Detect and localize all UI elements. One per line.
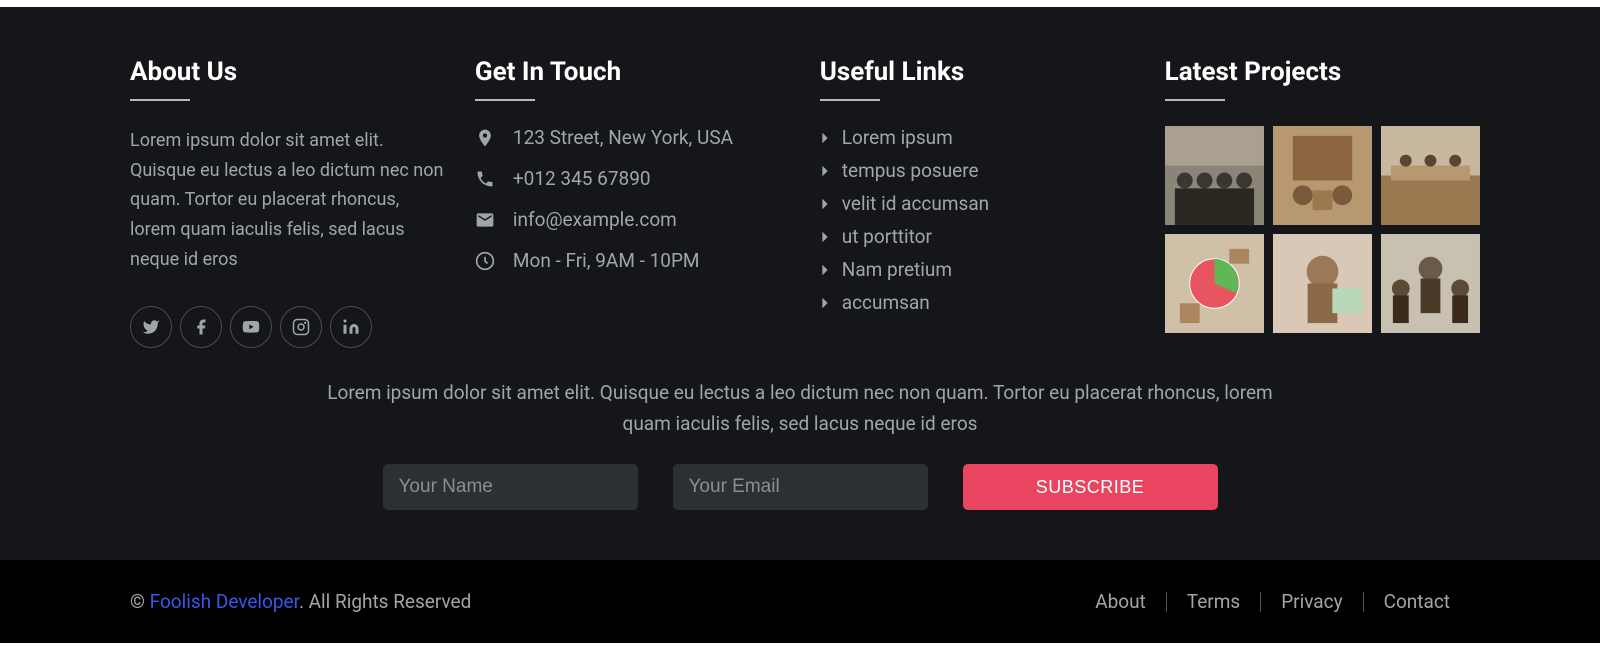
newsletter-section: Lorem ipsum dolor sit amet elit. Quisque…: [130, 378, 1470, 510]
footer-bottom: © Foolish Developer. All Rights Reserved…: [0, 560, 1600, 643]
link-item[interactable]: tempus posuere: [820, 159, 1135, 182]
link-label: ut porttitor: [842, 225, 932, 248]
about-text: Lorem ipsum dolor sit amet elit. Quisque…: [130, 126, 445, 274]
project-thumb[interactable]: [1165, 126, 1264, 225]
location-icon: [475, 128, 495, 148]
project-thumb[interactable]: [1381, 126, 1480, 225]
about-column: About Us Lorem ipsum dolor sit amet elit…: [130, 57, 445, 348]
name-input[interactable]: [383, 464, 638, 510]
email-text: info@example.com: [513, 208, 677, 231]
contact-address: 123 Street, New York, USA: [475, 126, 790, 149]
link-item[interactable]: velit id accumsan: [820, 192, 1135, 215]
top-white-strip: [0, 0, 1600, 7]
subscribe-button[interactable]: SUBSCRIBE: [963, 464, 1218, 510]
youtube-icon[interactable]: [230, 306, 272, 348]
link-label: tempus posuere: [842, 159, 979, 182]
link-label: velit id accumsan: [842, 192, 989, 215]
copyright-rest: . All Rights Reserved: [299, 590, 471, 613]
contact-list: 123 Street, New York, USA +012 345 67890…: [475, 126, 790, 272]
chevron-right-icon: [820, 197, 830, 211]
link-item[interactable]: Nam pretium: [820, 258, 1135, 281]
email-input[interactable]: [673, 464, 928, 510]
project-thumb[interactable]: [1273, 126, 1372, 225]
links-heading: Useful Links: [820, 57, 1135, 101]
chevron-right-icon: [820, 131, 830, 145]
chevron-right-icon: [820, 263, 830, 277]
project-thumb[interactable]: [1165, 234, 1264, 333]
about-heading: About Us: [130, 57, 445, 101]
instagram-icon[interactable]: [280, 306, 322, 348]
chevron-right-icon: [820, 296, 830, 310]
contact-email: info@example.com: [475, 208, 790, 231]
projects-column: Latest Projects: [1165, 57, 1480, 348]
facebook-icon[interactable]: [180, 306, 222, 348]
hours-text: Mon - Fri, 9AM - 10PM: [513, 249, 700, 272]
contact-phone: +012 345 67890: [475, 167, 790, 190]
project-thumb[interactable]: [1381, 234, 1480, 333]
linkedin-icon[interactable]: [330, 306, 372, 348]
link-item[interactable]: Lorem ipsum: [820, 126, 1135, 149]
bottom-nav: About Terms Privacy Contact: [1075, 590, 1470, 613]
link-item[interactable]: ut porttitor: [820, 225, 1135, 248]
contact-hours: Mon - Fri, 9AM - 10PM: [475, 249, 790, 272]
nav-terms[interactable]: Terms: [1167, 590, 1260, 613]
copyright-link[interactable]: Foolish Developer: [150, 590, 299, 613]
clock-icon: [475, 251, 495, 271]
link-item[interactable]: accumsan: [820, 291, 1135, 314]
link-label: Nam pretium: [842, 258, 952, 281]
nav-privacy[interactable]: Privacy: [1261, 590, 1362, 613]
newsletter-form: SUBSCRIBE: [310, 464, 1290, 510]
chevron-right-icon: [820, 230, 830, 244]
address-text: 123 Street, New York, USA: [513, 126, 733, 149]
newsletter-text: Lorem ipsum dolor sit amet elit. Quisque…: [310, 378, 1290, 439]
twitter-icon[interactable]: [130, 306, 172, 348]
nav-contact[interactable]: Contact: [1364, 590, 1470, 613]
email-icon: [475, 210, 495, 230]
link-label: Lorem ipsum: [842, 126, 953, 149]
social-icons: [130, 306, 445, 348]
link-label: accumsan: [842, 291, 930, 314]
projects-heading: Latest Projects: [1165, 57, 1480, 101]
copyright: © Foolish Developer. All Rights Reserved: [130, 590, 471, 613]
phone-icon: [475, 169, 495, 189]
copyright-symbol: ©: [130, 590, 150, 613]
touch-column: Get In Touch 123 Street, New York, USA +…: [475, 57, 790, 348]
projects-grid: [1165, 126, 1480, 333]
footer-main: About Us Lorem ipsum dolor sit amet elit…: [0, 7, 1600, 560]
project-thumb[interactable]: [1273, 234, 1372, 333]
touch-heading: Get In Touch: [475, 57, 790, 101]
links-list: Lorem ipsum tempus posuere velit id accu…: [820, 126, 1135, 314]
links-column: Useful Links Lorem ipsum tempus posuere …: [820, 57, 1135, 348]
phone-text: +012 345 67890: [513, 167, 651, 190]
nav-about[interactable]: About: [1075, 590, 1166, 613]
chevron-right-icon: [820, 164, 830, 178]
